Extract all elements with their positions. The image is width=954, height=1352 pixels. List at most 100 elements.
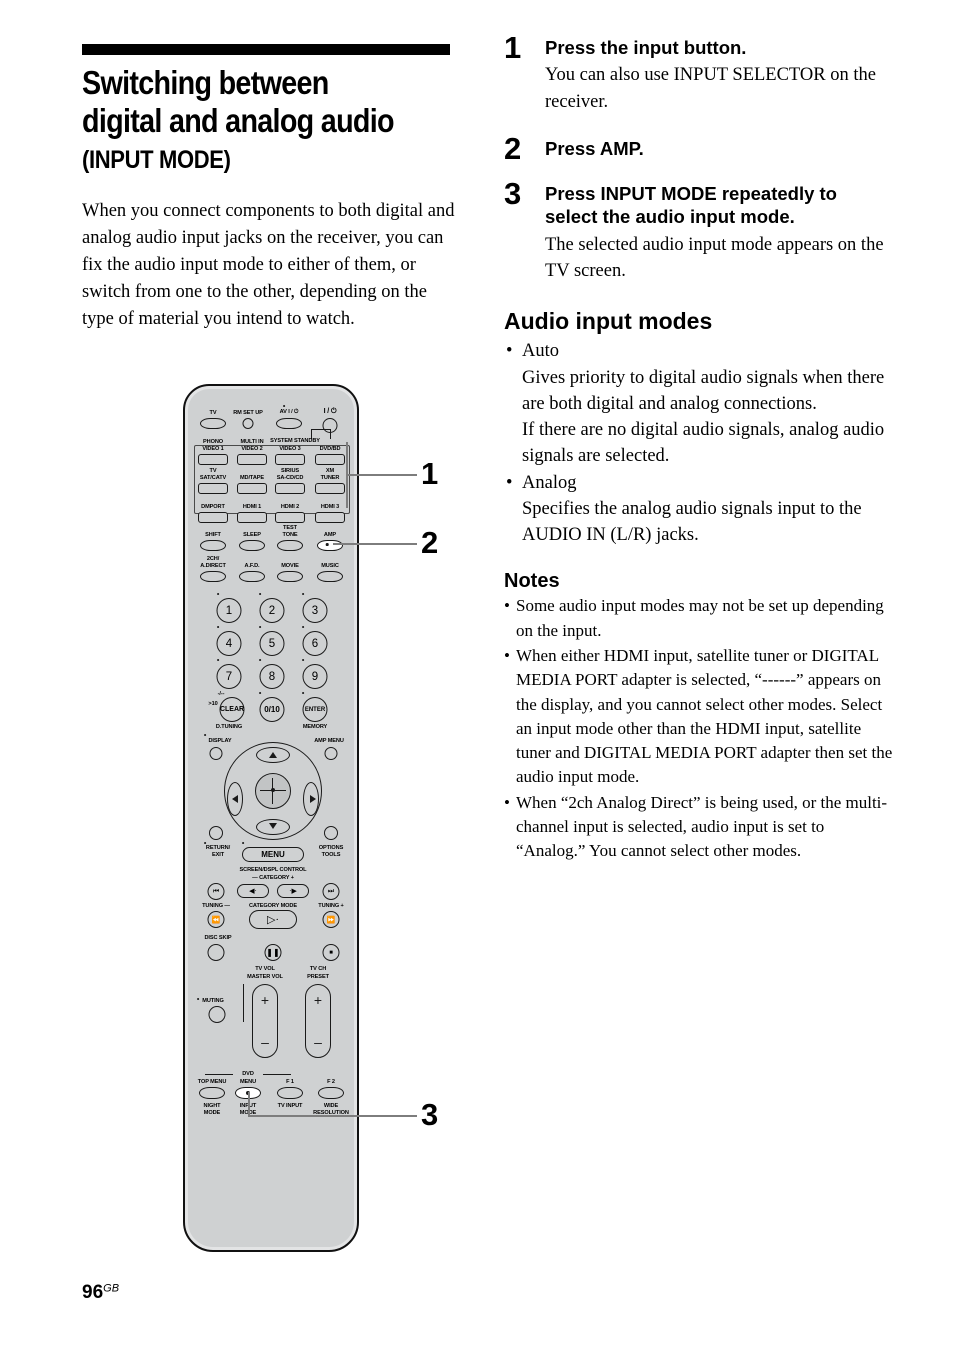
remote-key-6[interactable]: 6 [302,631,328,656]
remote-label-dvd-menu: MENU [239,1079,257,1085]
left-column: Switching between digital and analog aud… [82,44,460,351]
remote-button-options-tools[interactable] [324,826,338,840]
remote-button-test-tone[interactable] [277,540,303,551]
remote-button-sat-catv[interactable] [198,483,228,494]
callout-3-leader [248,1115,417,1117]
remote-button-music[interactable] [317,571,343,582]
menu-dot-icon [242,842,244,844]
remote-button-menu[interactable]: MENU [242,847,304,862]
remote-button-pause[interactable]: ❚❚ [264,944,282,961]
remote-label-multi-in: MULTI IN [240,439,264,445]
remote-label-dmport: DMPORT [201,504,225,510]
remote-button-f2[interactable] [318,1087,344,1099]
step-2-heading: Press AMP. [545,137,644,159]
remote-label-sirius: SIRIUS [280,468,300,474]
remote-key-9[interactable]: 9 [302,664,328,689]
remote-button-rm-set-up[interactable] [242,418,254,429]
remote-button-muting[interactable] [208,1006,226,1023]
remote-body: TV RM SET UP AV I / ⏻ I / ⏻ PHONO VIDEO … [183,384,359,1252]
mode-desc-analog: Specifies the analog audio signals input… [522,498,862,546]
key9-dot-icon [302,659,304,661]
remote-label-display: DISPLAY [208,738,232,744]
remote-button-top-menu[interactable] [199,1087,225,1099]
remote-key-4[interactable]: 4 [216,631,242,656]
remote-key-clear[interactable]: CLEAR [219,697,245,722]
remote-button-rewind[interactable]: ⏪ [207,911,225,928]
remote-button-sleep[interactable] [239,540,265,551]
page-number: 96 [82,1282,104,1303]
enter-dot-icon [302,692,304,694]
remote-button-dmport[interactable] [198,512,228,523]
remote-button-a-direct[interactable] [200,571,226,582]
remote-button-video1[interactable] [198,454,228,465]
remote-label-tuning-plus: TUNING + [318,903,344,909]
remote-label-night-mode: MODE [203,1110,221,1116]
key7-dot-icon [217,659,219,661]
remote-label-disc-skip: DISC SKIP [204,935,232,941]
remote-key-0-10[interactable]: 0/10 [259,697,285,722]
remote-button-f1[interactable] [277,1087,303,1099]
remote-key-3[interactable]: 3 [302,598,328,623]
remote-preset-rocker[interactable]: + – [305,984,331,1058]
remote-button-av-power[interactable] [276,418,302,429]
remote-button-md-tape[interactable] [237,483,267,494]
remote-master-volume-rocker[interactable]: + – [252,984,278,1058]
remote-button-video3[interactable] [275,454,305,465]
remote-label-dvd: DVD [242,1071,254,1077]
mode-desc-auto: Gives priority to digital audio signals … [522,367,885,467]
remote-button-disc-skip[interactable] [207,944,225,961]
remote-button-shift[interactable] [200,540,226,551]
step-1-number: 1 [504,30,522,65]
remote-key-5[interactable]: 5 [259,631,285,656]
remote-label-shift: SHIFT [205,532,221,538]
remote-button-sacd-cd[interactable] [275,483,305,494]
note-item-3: • When “2ch Analog Direct” is being used… [504,791,894,864]
remote-label-preset: PRESET [307,974,329,980]
remote-button-play[interactable]: ▷· [249,910,297,929]
dpad-center-dot-icon [271,788,275,792]
remote-button-display[interactable] [209,747,223,760]
preset-minus[interactable]: – [306,1035,330,1049]
remote-key-enter[interactable]: ENTER [302,697,328,722]
remote-button-hdmi1[interactable] [237,512,267,523]
remote-button-tuner[interactable] [315,483,345,494]
remote-button-return-exit[interactable] [209,826,223,840]
remote-button-category-right[interactable]: ·▶ [277,884,309,898]
remote-key-1[interactable]: 1 [216,598,242,623]
return-dot-icon [204,842,206,844]
remote-button-prev-track[interactable]: ⏮ [207,883,225,900]
remote-button-dvd-bd[interactable] [315,454,345,465]
remote-label-dvd-bd: DVD/BD [319,446,341,452]
remote-key-8[interactable]: 8 [259,664,285,689]
master-volume-plus[interactable]: + [253,993,277,1007]
note-text-2: When either HDMI input, satellite tuner … [516,645,893,787]
remote-label-sat-catv: SAT/CATV [199,475,227,481]
intro-paragraph: When you connect components to both digi… [82,200,455,329]
remote-key-7[interactable]: 7 [216,664,242,689]
callout-number-3: 3 [421,1097,439,1132]
remote-button-tv[interactable] [200,418,226,429]
remote-button-amp-menu[interactable] [324,747,338,760]
remote-label-rm-set-up: RM SET UP [233,410,263,416]
remote-button-hdmi2[interactable] [275,512,305,523]
remote-button-next-track[interactable]: ⏭ [322,883,340,900]
remote-button-hdmi3[interactable] [315,512,345,523]
master-volume-minus[interactable]: – [253,1035,277,1049]
preset-plus[interactable]: + [306,993,330,1007]
page-subtitle: (INPUT MODE) [82,145,231,174]
remote-label-category-mode: CATEGORY MODE [248,903,298,909]
remote-button-afd[interactable] [239,571,265,582]
system-standby-bracket-2 [330,430,332,439]
remote-button-amp[interactable] [317,540,343,551]
remote-button-video2[interactable] [237,454,267,465]
remote-button-movie[interactable] [277,571,303,582]
remote-button-fast-forward[interactable]: ⏩ [322,911,340,928]
key5-dot-icon [259,626,261,628]
remote-label-main-power: I / ⏻ [323,408,337,415]
remote-button-category-left[interactable]: ◀· [237,884,269,898]
remote-key-2[interactable]: 2 [259,598,285,623]
step-2-number: 2 [504,130,522,166]
remote-button-stop[interactable]: ■ [322,944,340,961]
remote-label-return: RETURN/ [205,845,231,851]
remote-label-tone: TONE [282,532,298,538]
